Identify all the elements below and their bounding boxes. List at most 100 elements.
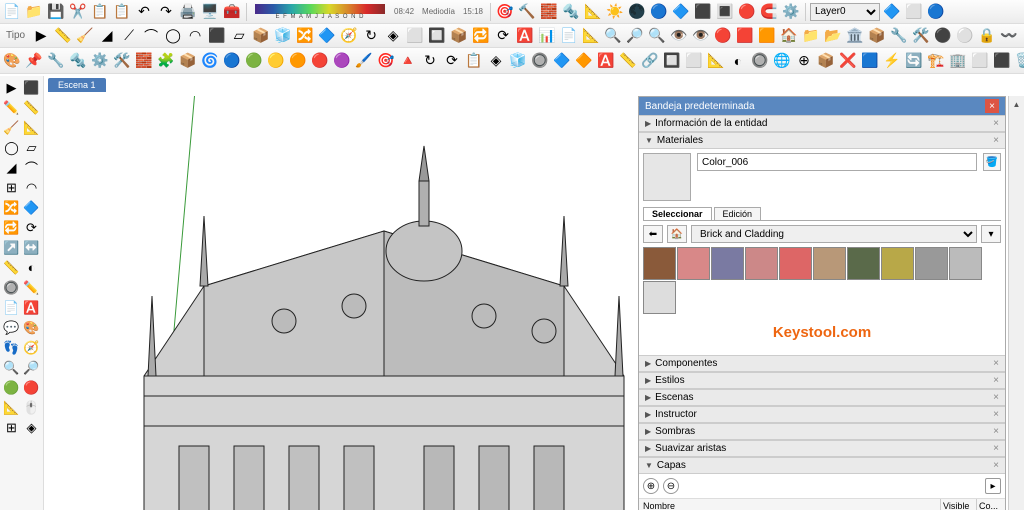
toolbar-icon[interactable]: 🔳 [715, 2, 735, 22]
toolbar-icon[interactable]: 📦 [178, 51, 198, 71]
toolbar-icon[interactable]: 🔍 [603, 26, 623, 46]
tab-select[interactable]: Seleccionar [643, 207, 712, 220]
toolbar-icon[interactable]: 📦 [251, 26, 271, 46]
toolbar-icon[interactable]: 🖌️ [354, 51, 374, 71]
tool-icon[interactable]: ◐ [22, 258, 41, 277]
tool-icon[interactable]: ▱ [22, 138, 41, 157]
toolbar-icon[interactable]: 🔒 [977, 26, 997, 46]
tool-icon[interactable]: ◢ [2, 158, 21, 177]
tool-icon[interactable]: 📏 [22, 98, 41, 117]
tool-icon[interactable]: ✏️ [22, 278, 41, 297]
material-swatch[interactable] [711, 247, 744, 280]
toolbar-icon[interactable]: 🔘 [750, 51, 770, 71]
toolbar-icon[interactable]: 📋 [112, 2, 132, 22]
toolbar-icon[interactable]: ▱ [229, 26, 249, 46]
toolbar-icon[interactable]: 📌 [24, 51, 44, 71]
material-swatch[interactable] [745, 247, 778, 280]
panel-scenes[interactable]: ▶Escenas× [639, 389, 1005, 406]
tool-icon[interactable]: ✏️ [2, 98, 21, 117]
tool-icon[interactable]: 🔁 [2, 218, 21, 237]
toolbar-icon[interactable]: 🏛️ [845, 26, 865, 46]
toolbar-icon[interactable]: 🏗️ [926, 51, 946, 71]
tool-icon[interactable]: ⬛ [22, 78, 41, 97]
toolbar-icon[interactable]: 🔩 [68, 51, 88, 71]
material-swatch[interactable] [949, 247, 982, 280]
toolbar-icon[interactable]: ↶ [134, 2, 154, 22]
toolbar-icon[interactable]: ⟋ [119, 26, 139, 46]
toolbar-icon[interactable]: 🟦 [860, 51, 880, 71]
tool-icon[interactable]: 🅰️ [22, 298, 41, 317]
toolbar-icon[interactable]: ❌ [838, 51, 858, 71]
toolbar-icon[interactable]: 🧱 [134, 51, 154, 71]
toolbar-icon[interactable]: 👁️ [691, 26, 711, 46]
toolbar-icon[interactable]: 🟢 [244, 51, 264, 71]
layer-selector[interactable]: Layer0 [810, 3, 880, 21]
tool-icon[interactable]: ⊞ [2, 178, 21, 197]
tool-icon[interactable]: 🧭 [22, 338, 41, 357]
toolbar-icon[interactable]: 📂 [823, 26, 843, 46]
toolbar-icon[interactable]: 🛠️ [112, 51, 132, 71]
nav-menu-icon[interactable]: ▾ [981, 225, 1001, 243]
toolbar-icon[interactable]: 📦 [867, 26, 887, 46]
material-swatch[interactable] [881, 247, 914, 280]
toolbar-icon[interactable]: 🏠 [779, 26, 799, 46]
toolbar-icon[interactable]: ⊕ [794, 51, 814, 71]
material-swatch[interactable] [779, 247, 812, 280]
material-category-select[interactable]: Brick and Cladding [691, 225, 977, 243]
toolbar-icon[interactable]: ✂️ [68, 2, 88, 22]
remove-layer-icon[interactable]: ⊖ [663, 478, 679, 494]
toolbar-icon[interactable]: ↻ [361, 26, 381, 46]
toolbar-icon[interactable]: 🟠 [288, 51, 308, 71]
toolbar-icon[interactable]: ⚙️ [781, 2, 801, 22]
toolbar-icon[interactable]: 🔎 [625, 26, 645, 46]
toolbar-icon[interactable]: 📁 [24, 2, 44, 22]
toolbar-icon[interactable]: 🖨️ [178, 2, 198, 22]
toolbar-icon[interactable]: 🟣 [332, 51, 352, 71]
tool-icon[interactable]: 👣 [2, 338, 21, 357]
toolbar-icon[interactable]: 🔁 [471, 26, 491, 46]
paint-bucket-icon[interactable]: 🪣 [983, 153, 1001, 171]
material-swatch[interactable] [643, 281, 676, 314]
toolbar-icon[interactable]: 🧱 [539, 2, 559, 22]
material-swatch[interactable] [643, 247, 676, 280]
tool-icon[interactable]: 🔍 [2, 358, 21, 377]
toolbar-icon[interactable]: 👁️ [669, 26, 689, 46]
panel-components[interactable]: ▶Componentes× [639, 355, 1005, 372]
toolbar-icon[interactable]: 🔴 [310, 51, 330, 71]
toolbar-icon[interactable]: 🔺 [398, 51, 418, 71]
toolbar-icon[interactable]: 🔵 [222, 51, 242, 71]
toolbar-icon[interactable]: 🔷 [671, 2, 691, 22]
toolbar-icon[interactable]: 🟧 [757, 26, 777, 46]
panel-soften[interactable]: ▶Suavizar aristas× [639, 440, 1005, 457]
toolbar-icon[interactable]: 📋 [464, 51, 484, 71]
toolbar-icon[interactable]: 🧩 [156, 51, 176, 71]
material-preview[interactable] [643, 153, 691, 201]
scroll-up-icon[interactable]: ▲ [1009, 96, 1024, 112]
toolbar-icon[interactable]: 📁 [801, 26, 821, 46]
toolbar-icon[interactable]: 🌀 [200, 51, 220, 71]
tool-icon[interactable]: ▶ [2, 78, 21, 97]
toolbar-icon[interactable]: 🔨 [517, 2, 537, 22]
nav-back-icon[interactable]: ⬅ [643, 225, 663, 243]
material-swatch[interactable] [915, 247, 948, 280]
tool-icon[interactable]: 📏 [2, 258, 21, 277]
toolbar-icon[interactable]: ⌒ [141, 26, 161, 46]
toolbar-icon[interactable]: 🌐 [772, 51, 792, 71]
material-swatch[interactable] [847, 247, 880, 280]
toolbar-icon[interactable]: 🌑 [627, 2, 647, 22]
tool-icon[interactable]: 🎨 [22, 318, 41, 337]
tab-edit[interactable]: Edición [714, 207, 762, 220]
toolbar-icon[interactable]: 🔀 [295, 26, 315, 46]
toolbar-icon[interactable]: 📋 [90, 2, 110, 22]
toolbar-icon[interactable]: 🔘 [530, 51, 550, 71]
toolbar-icon[interactable]: ↷ [156, 2, 176, 22]
toolbar-icon[interactable]: 🅰️ [596, 51, 616, 71]
panel-layers[interactable]: ▼Capas× [639, 457, 1005, 474]
toolbar-icon[interactable]: 📏 [618, 51, 638, 71]
toolbar-icon[interactable]: ⚡ [882, 51, 902, 71]
toolbar-icon[interactable]: ◯ [163, 26, 183, 46]
toolbar-icon[interactable]: ☀️ [605, 2, 625, 22]
tool-icon[interactable]: 📐 [22, 118, 41, 137]
add-layer-icon[interactable]: ⊕ [643, 478, 659, 494]
tool-icon[interactable]: ↔️ [22, 238, 41, 257]
